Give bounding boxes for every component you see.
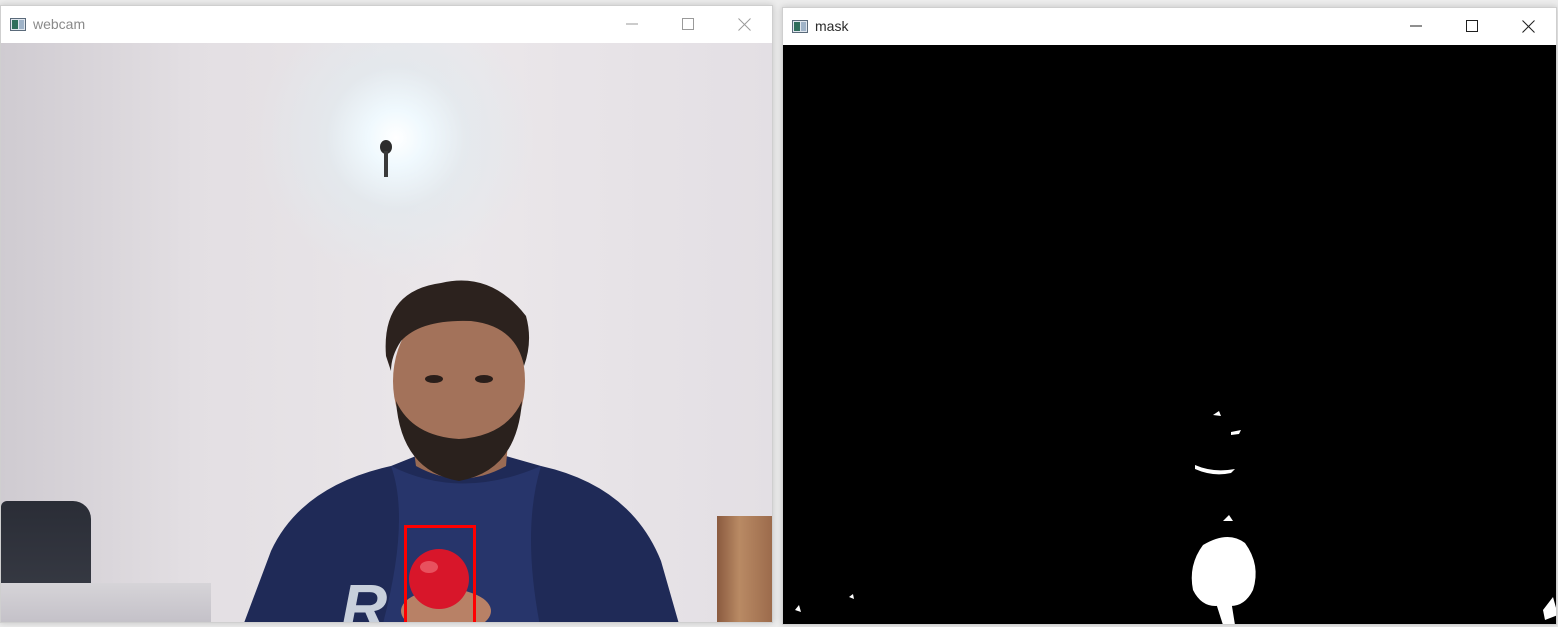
svg-text:R: R (341, 571, 387, 622)
window-controls (604, 6, 772, 42)
window-controls (1388, 8, 1556, 44)
webcam-window[interactable]: webcam R (0, 5, 773, 623)
mask-window[interactable]: mask (782, 7, 1557, 625)
webcam-titlebar[interactable]: webcam (1, 6, 772, 42)
close-button[interactable] (1500, 8, 1556, 44)
mask-feed (783, 45, 1556, 624)
minimize-button[interactable] (604, 6, 660, 42)
bed-sheet (1, 583, 211, 622)
minimize-icon (626, 23, 638, 25)
wooden-furniture (717, 516, 772, 622)
window-title: mask (815, 18, 849, 34)
app-icon (792, 19, 808, 33)
webcam-video-feed: R (1, 43, 772, 622)
maximize-icon (1466, 20, 1478, 32)
close-icon (737, 17, 751, 31)
mask-titlebar[interactable]: mask (783, 8, 1556, 44)
maximize-button[interactable] (660, 6, 716, 42)
close-button[interactable] (716, 6, 772, 42)
minimize-icon (1410, 25, 1422, 27)
minimize-button[interactable] (1388, 8, 1444, 44)
app-icon (10, 17, 26, 31)
maximize-button[interactable] (1444, 8, 1500, 44)
close-icon (1521, 19, 1535, 33)
wall-lamp (380, 140, 392, 177)
detection-bounding-box (404, 525, 476, 622)
maximize-icon (682, 18, 694, 30)
window-title: webcam (33, 16, 86, 32)
mask-blobs (795, 411, 1556, 624)
